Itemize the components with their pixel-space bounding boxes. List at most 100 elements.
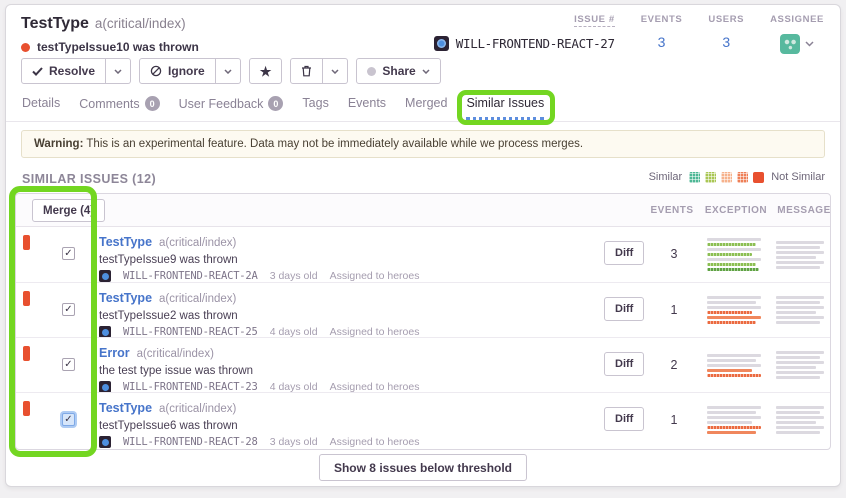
ignore-button-group: Ignore bbox=[139, 58, 241, 84]
similar-issue-row: ✓ Error a(critical/index) the test type iss… bbox=[16, 337, 830, 392]
warning-message: This is an experimental feature. Data ma… bbox=[83, 138, 583, 150]
atom-icon bbox=[102, 439, 109, 446]
share-status-dot-icon bbox=[367, 67, 376, 76]
tab-label: Tags bbox=[302, 96, 328, 110]
share-label: Share bbox=[382, 64, 415, 78]
issue-header: TestTypea(critical/index) testTypeIssue1… bbox=[21, 15, 199, 54]
row-issue-title-link[interactable]: TestType bbox=[99, 291, 152, 305]
legend-swatch-3 bbox=[721, 172, 732, 183]
atom-icon bbox=[102, 384, 109, 391]
tab-details[interactable]: Details bbox=[22, 96, 60, 117]
users-count[interactable]: 3 bbox=[722, 34, 730, 50]
trash-icon bbox=[301, 65, 312, 77]
ignore-dropdown-button[interactable] bbox=[216, 58, 241, 84]
row-short-id: WILL-FRONTEND-REACT-2A bbox=[123, 270, 258, 282]
row-issue-culprit: a(critical/index) bbox=[137, 348, 214, 360]
resolve-dropdown-button[interactable] bbox=[106, 58, 131, 84]
row-event-message: the test type issue was thrown bbox=[99, 365, 419, 377]
row-issue-title-link[interactable]: Error bbox=[99, 346, 130, 360]
row-issue-summary: Error a(critical/index) the test type issu… bbox=[99, 344, 419, 393]
tab-events[interactable]: Events bbox=[348, 96, 386, 117]
similarity-bar bbox=[776, 361, 824, 364]
similarity-bar bbox=[776, 431, 820, 434]
row-issue-summary: TestTypea(critical/index)testTypeIssue6 … bbox=[99, 399, 419, 448]
mute-circle-slash-icon bbox=[150, 65, 162, 77]
error-level-bar bbox=[23, 235, 30, 250]
resolve-label: Resolve bbox=[49, 64, 95, 78]
row-checkbox[interactable]: ✓ bbox=[62, 303, 75, 316]
similarity-bar bbox=[776, 246, 820, 249]
delete-dropdown-button[interactable] bbox=[323, 58, 348, 84]
legend-swatch-5 bbox=[753, 172, 764, 183]
error-level-bar bbox=[23, 291, 30, 306]
similarity-legend: Similar Not Similar bbox=[649, 171, 825, 183]
row-events-count: 1 bbox=[638, 303, 710, 317]
chevron-down-icon bbox=[114, 69, 122, 74]
tab-merged[interactable]: Merged bbox=[405, 96, 447, 117]
ignore-button[interactable]: Ignore bbox=[139, 58, 216, 84]
tab-label: Merged bbox=[405, 96, 447, 110]
similarity-bar bbox=[707, 421, 752, 424]
row-issue-title-link[interactable]: TestType bbox=[99, 235, 152, 249]
issue-title-line: TestTypea(critical/index) bbox=[21, 15, 199, 33]
issue-short-id: WILL-FRONTEND-REACT-27 bbox=[456, 36, 615, 51]
row-checkbox[interactable]: ✓ bbox=[62, 247, 75, 260]
tab-bar-divider bbox=[6, 121, 840, 122]
row-event-message: testTypeIssue9 was thrown bbox=[99, 254, 419, 266]
error-level-bar bbox=[23, 346, 30, 361]
tab-label: Details bbox=[22, 96, 60, 110]
row-issue-title-link[interactable]: TestType bbox=[99, 401, 152, 415]
row-event-message: testTypeIssue2 was thrown bbox=[99, 310, 419, 322]
row-checkbox[interactable]: ✓ bbox=[62, 413, 75, 426]
exception-similarity-bars bbox=[707, 338, 763, 392]
stat-events: EVENTS 3 bbox=[641, 14, 683, 50]
users-label: USERS bbox=[708, 14, 744, 25]
similarity-bar bbox=[707, 359, 756, 362]
similarity-bar bbox=[707, 268, 759, 271]
exception-similarity-bars bbox=[707, 227, 763, 282]
tab-label: Events bbox=[348, 96, 386, 110]
tab-similar-issues[interactable]: Similar Issues bbox=[466, 96, 544, 120]
legend-not-similar-label: Not Similar bbox=[771, 171, 825, 183]
share-button[interactable]: Share bbox=[356, 58, 440, 84]
similarity-bar bbox=[776, 301, 820, 304]
legend-similar-label: Similar bbox=[649, 171, 683, 183]
similarity-bar bbox=[776, 266, 820, 269]
similarity-bar bbox=[707, 354, 761, 357]
similarity-bar bbox=[707, 321, 756, 324]
column-header-message: MESSAGE bbox=[768, 205, 840, 216]
panel-header: Merge (4) EVENTS EXCEPTION MESSAGE bbox=[16, 194, 830, 227]
legend-swatch-2 bbox=[705, 172, 716, 183]
issue-stats: ISSUE # WILL-FRONTEND-REACT-27 EVENTS 3 … bbox=[434, 14, 824, 54]
row-title-line: Error a(critical/index) bbox=[99, 344, 419, 362]
similarity-bar bbox=[707, 296, 761, 299]
events-count[interactable]: 3 bbox=[658, 34, 666, 50]
row-checkbox[interactable]: ✓ bbox=[62, 358, 75, 371]
similarity-bar bbox=[707, 253, 752, 256]
assignee-dropdown[interactable] bbox=[780, 34, 814, 54]
resolve-button-group: Resolve bbox=[21, 58, 131, 84]
check-icon bbox=[32, 67, 43, 76]
similarity-bar bbox=[776, 351, 824, 354]
stat-issue-number: ISSUE # WILL-FRONTEND-REACT-27 bbox=[434, 14, 615, 51]
bookmark-star-button[interactable]: ★ bbox=[249, 58, 283, 84]
latest-event-line: testTypeIssue10 was thrown bbox=[21, 40, 199, 54]
resolve-button[interactable]: Resolve bbox=[21, 58, 106, 84]
row-short-id: WILL-FRONTEND-REACT-28 bbox=[123, 436, 258, 448]
tab-label: Similar Issues bbox=[466, 96, 544, 110]
merge-button[interactable]: Merge (4) bbox=[32, 199, 105, 222]
tab-comments[interactable]: Comments0 bbox=[79, 96, 159, 118]
atom-icon bbox=[102, 273, 109, 280]
tab-count-badge: 0 bbox=[145, 96, 160, 111]
row-meta-line: WILL-FRONTEND-REACT-283 days oldAssigned… bbox=[99, 436, 419, 448]
show-more-button[interactable]: Show 8 issues below threshold bbox=[319, 454, 527, 481]
tab-tags[interactable]: Tags bbox=[302, 96, 328, 117]
tab-user-feedback[interactable]: User Feedback0 bbox=[179, 96, 284, 118]
delete-button[interactable] bbox=[290, 58, 323, 84]
events-label: EVENTS bbox=[641, 14, 683, 25]
similarity-bar bbox=[707, 258, 761, 261]
row-issue-culprit: a(critical/index) bbox=[159, 237, 236, 249]
row-event-message: testTypeIssue6 was thrown bbox=[99, 420, 419, 432]
similarity-bar bbox=[776, 356, 820, 359]
row-issue-summary: TestTypea(critical/index)testTypeIssue2 … bbox=[99, 289, 419, 338]
